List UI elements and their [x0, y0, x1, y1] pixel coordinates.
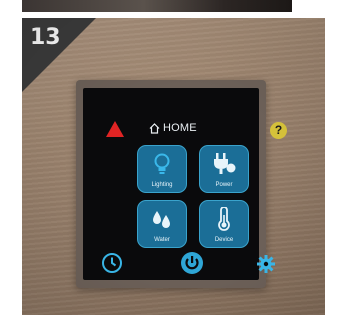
previous-photo-strip	[22, 0, 292, 12]
help-icon[interactable]: ?	[270, 122, 287, 139]
tile-device[interactable]: Device	[199, 200, 249, 248]
step-number: 13	[30, 25, 61, 50]
tile-lighting[interactable]: Lighting	[137, 145, 187, 193]
panel-bezel: HOME ? Lighting Power Water Device	[76, 80, 287, 288]
plug-icon	[214, 153, 236, 174]
tile-power[interactable]: Power	[199, 145, 249, 193]
tile-label: Lighting	[151, 182, 173, 188]
clock-icon[interactable]	[101, 252, 123, 274]
tile-water[interactable]: Water	[137, 200, 187, 248]
bulb-icon	[154, 153, 170, 174]
home-header[interactable]: HOME	[149, 122, 197, 134]
tile-label: Water	[154, 237, 170, 243]
gear-icon[interactable]	[256, 254, 276, 274]
water-drops-icon	[153, 211, 170, 228]
tile-label: Device	[214, 237, 234, 243]
home-icon	[149, 122, 160, 134]
warning-triangle-icon[interactable]	[105, 120, 125, 138]
touch-screen: HOME ? Lighting Power Water Device	[83, 88, 287, 280]
power-icon[interactable]	[180, 251, 204, 275]
home-title: HOME	[163, 122, 197, 134]
control-panel-photo: 13 HOME ? Lighting Power Water Device	[22, 18, 325, 315]
thermometer-icon	[218, 207, 230, 231]
tile-label: Power	[215, 182, 233, 188]
